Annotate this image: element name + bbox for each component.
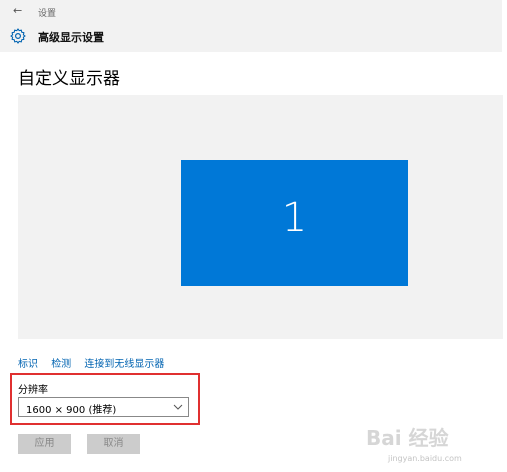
connect-wireless-display-link[interactable]: 连接到无线显示器 [84, 359, 164, 370]
app-title: 设置 [38, 9, 57, 19]
resolution-selected-value: 1600 × 900 (推荐) [26, 405, 117, 416]
baidu-watermark: Bai 经验 jingyan.baidu.com [358, 420, 498, 468]
monitor-number: 1 [281, 195, 308, 241]
cancel-button[interactable]: 取消 [87, 434, 140, 454]
identify-link[interactable]: 标识 [18, 359, 38, 370]
apply-button[interactable]: 应用 [18, 434, 71, 454]
monitor-1-tile[interactable]: 1 [181, 160, 408, 286]
watermark-text: Bai 经验 [366, 426, 449, 450]
detect-link[interactable]: 检测 [51, 359, 71, 370]
display-preview-area: 1 [18, 95, 503, 339]
watermark-url: jingyan.baidu.com [388, 454, 462, 463]
display-links: 标识 检测 连接到无线显示器 [18, 355, 174, 370]
title-bar: ← 设置 高级显示设置 [0, 0, 502, 52]
gear-icon [10, 28, 26, 44]
resolution-dropdown[interactable]: 1600 × 900 (推荐) [18, 397, 189, 417]
back-arrow-icon[interactable]: ← [13, 4, 22, 17]
resolution-label: 分辨率 [18, 385, 48, 396]
section-title: 高级显示设置 [38, 31, 104, 44]
chevron-down-icon [173, 404, 183, 410]
page-heading: 自定义显示器 [18, 69, 120, 89]
